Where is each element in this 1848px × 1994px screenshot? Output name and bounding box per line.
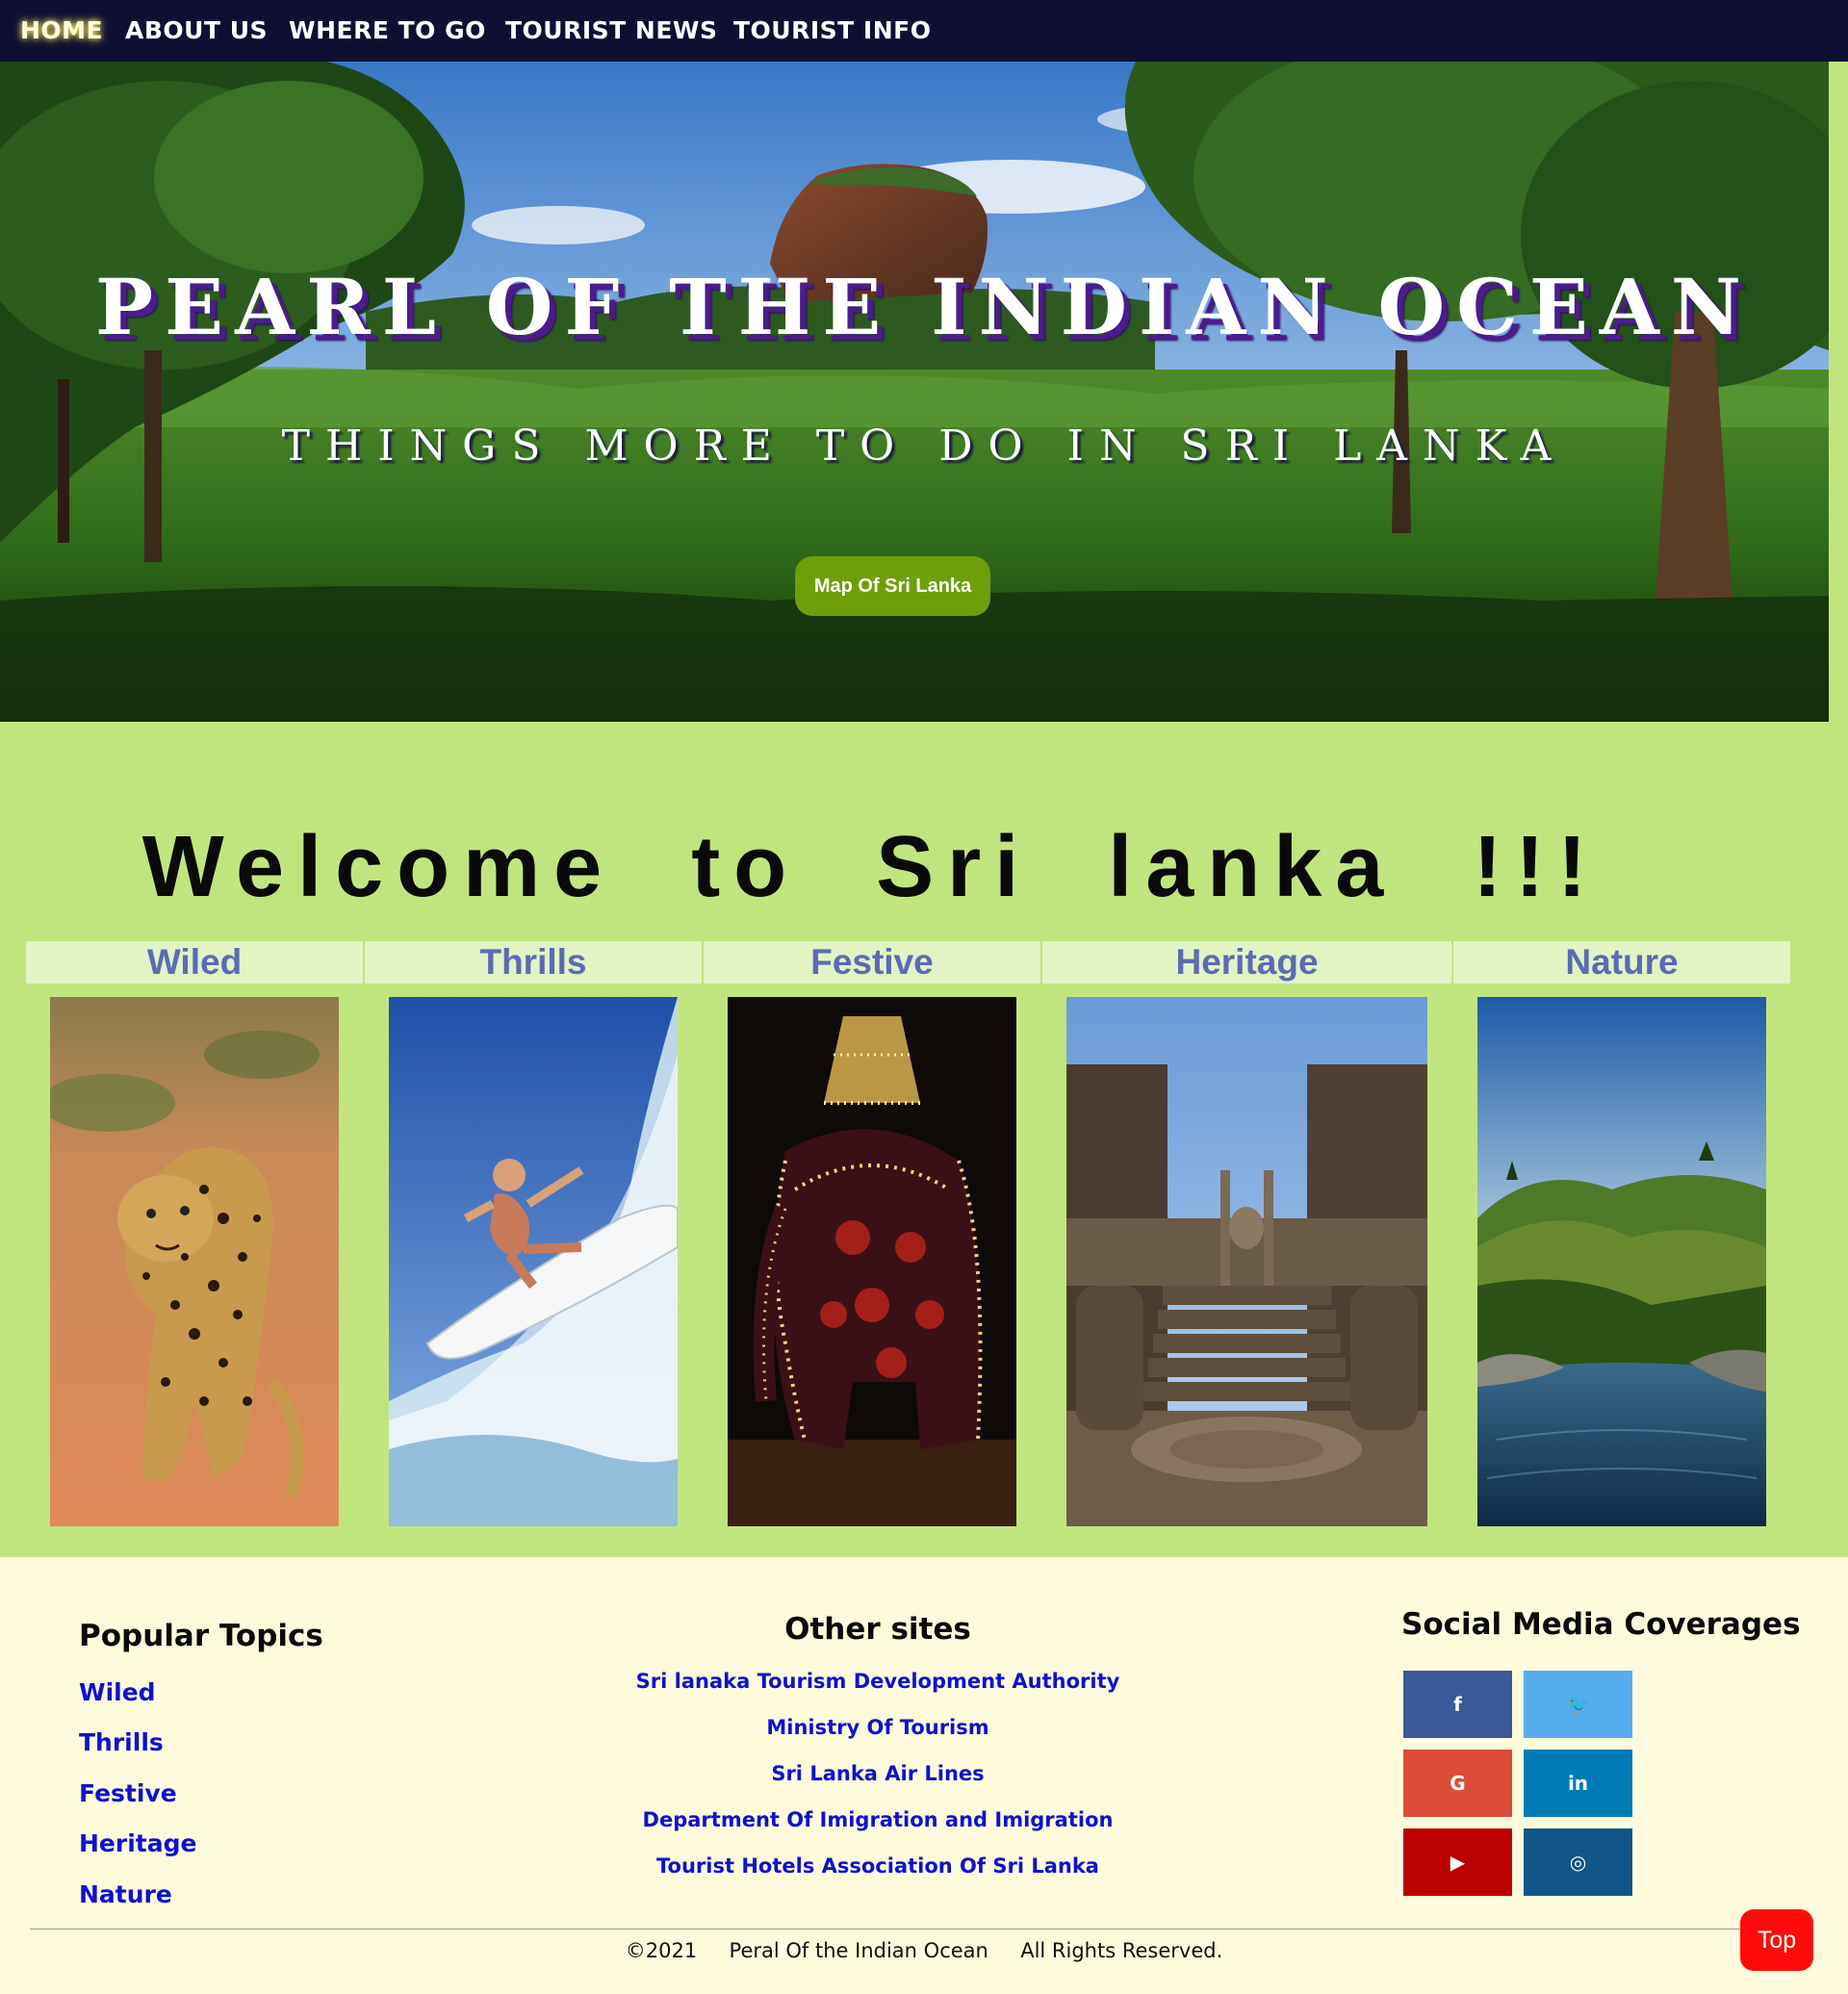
- copyright-text: ©2021 Peral Of the Indian Ocean All Righ…: [625, 1939, 1223, 1962]
- category-image-wiled-leopard[interactable]: [50, 997, 339, 1526]
- nav-about-us[interactable]: ABOUT US: [125, 13, 268, 48]
- map-of-sri-lanka-button[interactable]: Map Of Sri Lanka: [795, 556, 990, 616]
- instagram-button[interactable]: ◎: [1524, 1828, 1632, 1896]
- linkedin-icon: in: [1567, 1772, 1589, 1795]
- scroll-to-top-button[interactable]: Top: [1740, 1909, 1813, 1971]
- facebook-button[interactable]: f: [1403, 1671, 1512, 1738]
- youtube-icon: ▶: [1450, 1851, 1466, 1874]
- category-image-nature-landscape[interactable]: [1477, 997, 1766, 1526]
- hero-subtitle: THINGS MORE TO DO IN SRI LANKA: [281, 422, 1567, 471]
- category-image-festive-elephant[interactable]: [728, 997, 1016, 1526]
- google-icon: G: [1450, 1772, 1466, 1795]
- youtube-button[interactable]: ▶: [1403, 1828, 1512, 1896]
- nav-tourist-info[interactable]: TOURIST INFO: [733, 13, 931, 48]
- hero-background-image: [0, 62, 1829, 722]
- category-header-heritage[interactable]: Heritage: [1042, 941, 1451, 984]
- topic-link-nature[interactable]: Nature: [79, 1880, 172, 1908]
- nav-where-to-go[interactable]: WHERE TO GO: [289, 13, 486, 48]
- category-image-heritage-temple[interactable]: [1066, 997, 1427, 1526]
- facebook-icon: f: [1453, 1693, 1462, 1716]
- category-header-nature[interactable]: Nature: [1453, 941, 1790, 984]
- google-button[interactable]: G: [1403, 1750, 1512, 1817]
- welcome-section: Welcome to Sri lanka !!! Wiled Thrills F…: [0, 722, 1848, 1557]
- category-header-thrills[interactable]: Thrills: [365, 941, 702, 984]
- linkedin-button[interactable]: in: [1524, 1750, 1632, 1817]
- nav-home[interactable]: HOME: [20, 13, 103, 48]
- hero-banner: PEARL OF THE INDIAN OCEAN THINGS MORE TO…: [0, 62, 1829, 722]
- welcome-title: Welcome to Sri lanka !!!: [141, 819, 1601, 915]
- category-image-thrills-surfer[interactable]: [389, 997, 678, 1526]
- footer-divider: [30, 1929, 1813, 1930]
- nav-tourist-news[interactable]: TOURIST NEWS: [505, 13, 718, 48]
- twitter-button[interactable]: 🐦: [1524, 1671, 1632, 1738]
- instagram-icon: ◎: [1569, 1851, 1587, 1874]
- top-nav: HOME ABOUT US WHERE TO GO TOURIST NEWS T…: [0, 0, 1848, 62]
- category-header-wiled[interactable]: Wiled: [26, 941, 363, 984]
- hero-edge-strip: [1829, 62, 1848, 722]
- topic-link-heritage[interactable]: Heritage: [79, 1829, 196, 1857]
- social-media-heading: Social Media Coverages: [1401, 1607, 1801, 1642]
- category-header-festive[interactable]: Festive: [704, 941, 1040, 984]
- hero-title: PEARL OF THE INDIAN OCEAN: [95, 262, 1753, 352]
- twitter-icon: 🐦: [1566, 1693, 1590, 1716]
